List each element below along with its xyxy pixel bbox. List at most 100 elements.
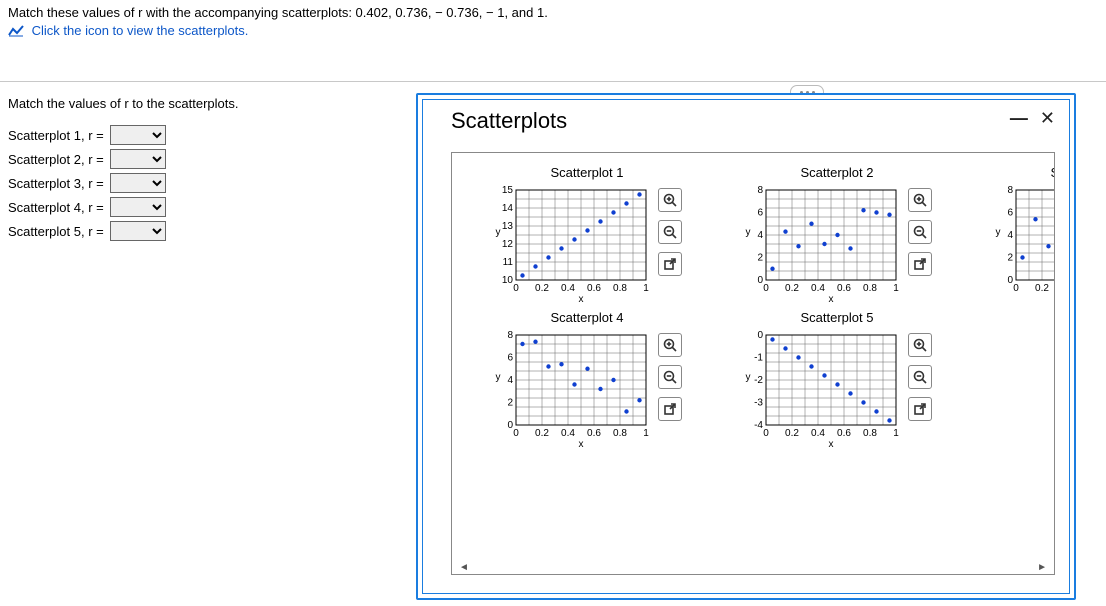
row-label-1: Scatterplot 1, r = xyxy=(8,128,104,143)
popout-icon[interactable] xyxy=(658,252,682,276)
svg-text:-1: -1 xyxy=(754,353,763,364)
svg-text:x: x xyxy=(579,439,584,449)
svg-text:0.8: 0.8 xyxy=(613,283,627,294)
plot-title-4: Scatterplot 4 xyxy=(551,310,624,325)
svg-text:0.6: 0.6 xyxy=(837,283,851,294)
zoom-out-icon[interactable] xyxy=(658,220,682,244)
minimize-button[interactable]: — xyxy=(1010,108,1026,129)
svg-text:y: y xyxy=(746,372,751,383)
svg-text:1: 1 xyxy=(643,428,649,439)
svg-text:13: 13 xyxy=(502,221,514,232)
svg-text:0.8: 0.8 xyxy=(863,428,877,439)
scatterplot-2: 00.20.40.60.8102468xy xyxy=(742,184,902,304)
zoom-out-icon[interactable] xyxy=(908,365,932,389)
svg-text:y: y xyxy=(746,227,751,238)
svg-text:0.4: 0.4 xyxy=(561,428,575,439)
row-label-3: Scatterplot 3, r = xyxy=(8,176,104,191)
svg-text:1: 1 xyxy=(893,428,899,439)
svg-text:15: 15 xyxy=(502,185,514,196)
popout-icon[interactable] xyxy=(658,397,682,421)
scroll-left-arrow[interactable]: ◄ xyxy=(459,562,469,573)
svg-text:12: 12 xyxy=(502,239,514,250)
svg-text:0.2: 0.2 xyxy=(535,283,549,294)
plots-scroll-area[interactable]: Scatterplot 100.20.40.60.81101112131415x… xyxy=(451,152,1055,575)
svg-text:y: y xyxy=(996,227,1001,238)
svg-text:-3: -3 xyxy=(754,398,763,409)
row-label-4: Scatterplot 4, r = xyxy=(8,200,104,215)
instruction-line-1: Match these values of r with the accompa… xyxy=(8,4,1098,22)
popout-icon[interactable] xyxy=(908,252,932,276)
plot-title-5: Scatterplot 5 xyxy=(801,310,874,325)
plot-title-1: Scatterplot 1 xyxy=(551,165,624,180)
svg-text:1: 1 xyxy=(643,283,649,294)
zoom-out-icon[interactable] xyxy=(908,220,932,244)
svg-text:0.4: 0.4 xyxy=(811,283,825,294)
svg-text:6: 6 xyxy=(1007,208,1013,219)
svg-text:0: 0 xyxy=(757,275,763,286)
svg-text:x: x xyxy=(579,294,584,304)
svg-text:0.4: 0.4 xyxy=(811,428,825,439)
svg-text:0: 0 xyxy=(757,330,763,341)
svg-text:0: 0 xyxy=(1007,275,1013,286)
plot-title-3: Scatterplot 3 xyxy=(1051,165,1056,180)
select-r-4[interactable]: 0.4020.736−0.736−11 xyxy=(110,197,166,217)
svg-text:1: 1 xyxy=(893,283,899,294)
svg-text:0.2: 0.2 xyxy=(785,428,799,439)
svg-text:8: 8 xyxy=(1007,185,1013,196)
svg-text:0.8: 0.8 xyxy=(863,283,877,294)
panel-title: Scatterplots xyxy=(451,108,567,134)
zoom-in-icon[interactable] xyxy=(908,333,932,357)
svg-text:x: x xyxy=(829,439,834,449)
svg-text:4: 4 xyxy=(507,375,513,386)
svg-text:0: 0 xyxy=(507,420,513,431)
scatterplots-panel: Scatterplots — ✕ Scatterplot 1 0 0.2 0.4 0.6… xyxy=(416,93,1076,600)
zoom-in-icon[interactable] xyxy=(658,188,682,212)
scatterplot-5: 0 0.2 0.4 0.6 0.8 1 -4 -3 -2 -1 0 x y xyxy=(742,329,902,449)
select-r-3[interactable]: 0.4020.736−0.736−11 xyxy=(110,173,166,193)
svg-text:0.6: 0.6 xyxy=(837,428,851,439)
svg-text:x: x xyxy=(829,294,834,304)
svg-text:-4: -4 xyxy=(754,420,763,431)
svg-text:0.6: 0.6 xyxy=(587,283,601,294)
svg-text:6: 6 xyxy=(507,353,513,364)
chart-link-icon[interactable] xyxy=(8,25,24,37)
scatterplot-4: 0 0.2 0.4 0.6 0.8 1 0 2 4 6 8 x y xyxy=(492,329,652,449)
svg-text:14: 14 xyxy=(502,203,514,214)
svg-text:11: 11 xyxy=(503,257,514,268)
row-label-2: Scatterplot 2, r = xyxy=(8,152,104,167)
select-r-2[interactable]: 0.4020.736−0.736−11 xyxy=(110,149,166,169)
svg-text:10: 10 xyxy=(502,275,514,286)
svg-text:0: 0 xyxy=(513,283,519,294)
select-r-5[interactable]: 0.4020.736−0.736−11 xyxy=(110,221,166,241)
svg-text:0.2: 0.2 xyxy=(785,283,799,294)
zoom-in-icon[interactable] xyxy=(658,333,682,357)
svg-text:2: 2 xyxy=(757,253,763,264)
svg-text:0: 0 xyxy=(1013,283,1019,294)
svg-text:0: 0 xyxy=(513,428,519,439)
svg-text:0.2: 0.2 xyxy=(1035,283,1049,294)
svg-text:6: 6 xyxy=(757,208,763,219)
select-r-1[interactable]: 0.4020.736−0.736−11 xyxy=(110,125,166,145)
svg-text:8: 8 xyxy=(757,185,763,196)
zoom-out-icon[interactable] xyxy=(658,365,682,389)
svg-text:0.6: 0.6 xyxy=(587,428,601,439)
plot-title-2: Scatterplot 2 xyxy=(801,165,874,180)
svg-text:0: 0 xyxy=(763,283,769,294)
svg-text:0.8: 0.8 xyxy=(613,428,627,439)
svg-text:0.4: 0.4 xyxy=(561,283,575,294)
svg-text:0: 0 xyxy=(763,428,769,439)
svg-text:y: y xyxy=(496,372,501,383)
svg-text:0.2: 0.2 xyxy=(535,428,549,439)
row-label-5: Scatterplot 5, r = xyxy=(8,224,104,239)
scatterplot-3: 00.20.40.60.8102468xy xyxy=(992,184,1055,304)
svg-text:y: y xyxy=(496,227,501,238)
svg-text:2: 2 xyxy=(507,398,513,409)
svg-text:8: 8 xyxy=(507,330,513,341)
popout-icon[interactable] xyxy=(908,397,932,421)
svg-text:4: 4 xyxy=(1007,230,1013,241)
svg-text:-2: -2 xyxy=(754,375,763,386)
view-scatterplots-link[interactable]: Click the icon to view the scatterplots. xyxy=(32,23,249,38)
zoom-in-icon[interactable] xyxy=(908,188,932,212)
close-button[interactable]: ✕ xyxy=(1040,108,1055,129)
scroll-right-arrow[interactable]: ► xyxy=(1037,562,1047,573)
